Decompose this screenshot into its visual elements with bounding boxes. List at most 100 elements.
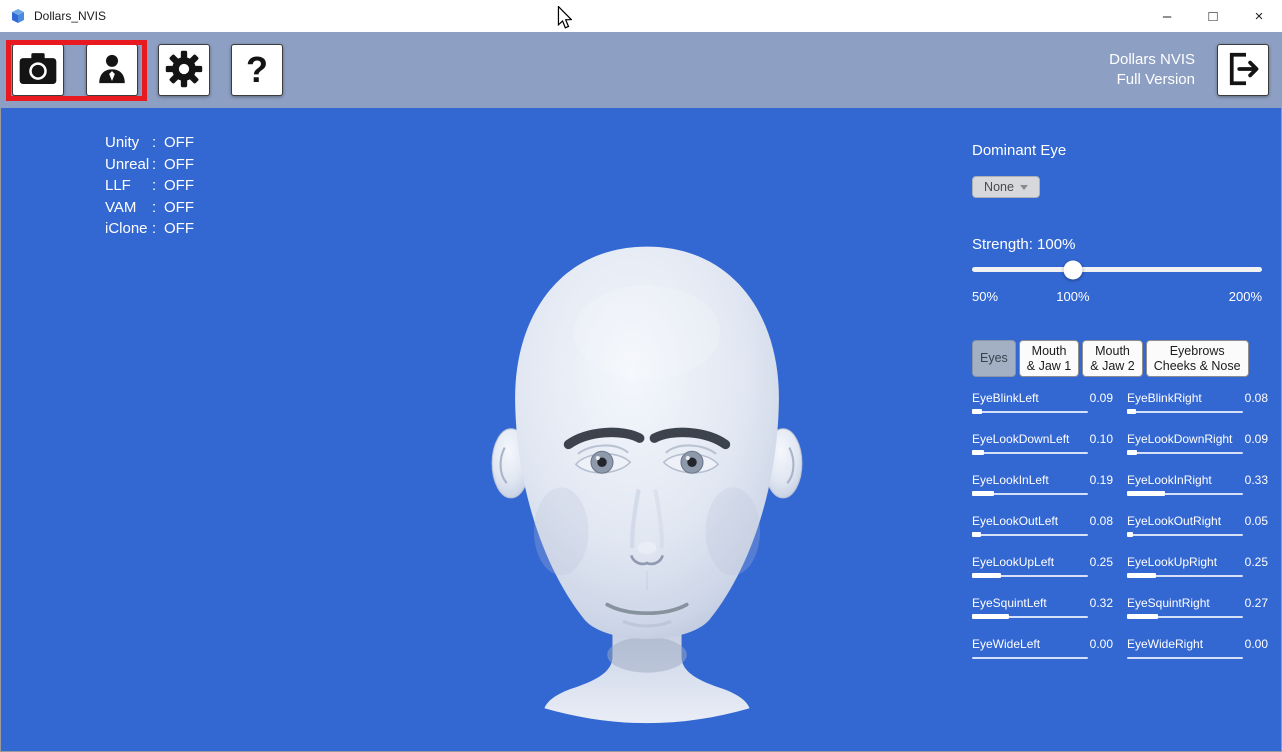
- blendshape-column-left: EyeBlinkLeft 0.09 EyeLookDownLeft 0.10 E…: [972, 391, 1113, 678]
- blendshape-row: EyeLookOutLeft 0.08: [972, 514, 1113, 555]
- blendshape-row: EyeWideRight 0.00: [1127, 637, 1268, 678]
- minimize-button[interactable]: –: [1144, 0, 1190, 32]
- blendshape-row: EyeLookUpRight 0.25: [1127, 555, 1268, 596]
- help-button[interactable]: ?: [231, 44, 283, 96]
- blendshape-progressbar: [1127, 491, 1243, 496]
- exit-button[interactable]: [1217, 44, 1269, 96]
- blendshape-progressbar: [1127, 532, 1243, 537]
- gear-icon: [165, 50, 203, 91]
- blendshape-row: EyeBlinkLeft 0.09: [972, 391, 1113, 432]
- status-name: Unreal: [105, 156, 152, 173]
- strength-slider-track[interactable]: [972, 267, 1262, 272]
- blendshape-value: 0.25: [1090, 555, 1113, 569]
- blendshape-row: EyeLookInRight 0.33: [1127, 473, 1268, 514]
- progress-fill: [1127, 450, 1137, 455]
- blendshape-label: EyeLookDownLeft: [972, 432, 1069, 446]
- progress-fill: [1127, 614, 1158, 619]
- tab-button[interactable]: Eyebrows Cheeks & Nose: [1146, 340, 1249, 377]
- blendshape-row: EyeLookOutRight 0.05: [1127, 514, 1268, 555]
- brand-line2: Full Version: [1109, 70, 1195, 90]
- blendshape-row: EyeSquintLeft 0.32: [972, 596, 1113, 637]
- dominant-eye-dropdown[interactable]: None: [972, 176, 1040, 198]
- status-separator: :: [152, 220, 164, 237]
- blendshape-row-text: EyeBlinkLeft 0.09: [972, 391, 1113, 405]
- progress-fill: [972, 450, 984, 455]
- blendshape-value: 0.19: [1090, 473, 1113, 487]
- status-name: Unity: [105, 134, 152, 151]
- main-viewport: Unity : OFF Unreal : OFF LLF : OFF VAM :…: [0, 108, 1282, 752]
- tab-button[interactable]: Eyes: [972, 340, 1016, 377]
- blendshape-row-text: EyeLookUpRight 0.25: [1127, 555, 1268, 569]
- blendshape-value: 0.08: [1245, 391, 1268, 405]
- blendshape-progressbar: [1127, 614, 1243, 619]
- progress-fill: [972, 491, 994, 496]
- app-window: Dollars_NVIS – □ ×: [0, 0, 1282, 752]
- slider-min-label: 50%: [972, 289, 998, 304]
- blendshape-progressbar: [1127, 655, 1243, 660]
- blendshape-row-text: EyeWideRight 0.00: [1127, 637, 1268, 651]
- blendshape-progressbar: [1127, 573, 1243, 578]
- maximize-button[interactable]: □: [1190, 0, 1236, 32]
- titlebar: Dollars_NVIS – □ ×: [0, 0, 1282, 32]
- blendshape-progressbar: [972, 532, 1088, 537]
- blendshape-row-text: EyeLookDownRight 0.09: [1127, 432, 1268, 446]
- progress-track: [1127, 534, 1243, 536]
- mouse-cursor: [557, 6, 572, 34]
- progress-fill: [1127, 573, 1156, 578]
- window-title: Dollars_NVIS: [34, 9, 106, 23]
- progress-track: [1127, 452, 1243, 454]
- blendshape-row: EyeWideLeft 0.00: [972, 637, 1113, 678]
- camera-button[interactable]: [12, 44, 64, 96]
- toolbar: ? Dollars NVIS Full Version: [0, 32, 1282, 108]
- blendshape-label: EyeBlinkLeft: [972, 391, 1039, 405]
- status-value: OFF: [164, 199, 194, 216]
- blendshape-row-text: EyeBlinkRight 0.08: [1127, 391, 1268, 405]
- blendshape-label: EyeLookUpLeft: [972, 555, 1054, 569]
- tab-button[interactable]: Mouth & Jaw 1: [1019, 340, 1079, 377]
- progress-fill: [972, 532, 981, 537]
- blendshape-label: EyeLookInRight: [1127, 473, 1212, 487]
- blendshape-row: EyeBlinkRight 0.08: [1127, 391, 1268, 432]
- progress-track: [1127, 411, 1243, 413]
- blendshape-row-text: EyeSquintRight 0.27: [1127, 596, 1268, 610]
- strength-slider: [972, 260, 1262, 279]
- brand-line1: Dollars NVIS: [1109, 50, 1195, 70]
- window-controls: – □ ×: [1144, 0, 1282, 32]
- strength-slider-handle[interactable]: [1063, 260, 1082, 279]
- blendshape-row-text: EyeLookUpLeft 0.25: [972, 555, 1113, 569]
- status-value: OFF: [164, 156, 194, 173]
- progress-track: [972, 534, 1088, 536]
- blendshape-progressbar: [972, 614, 1088, 619]
- blendshape-row: EyeLookUpLeft 0.25: [972, 555, 1113, 596]
- status-value: OFF: [164, 177, 194, 194]
- strength-label: Strength: 100%: [972, 236, 1075, 253]
- slider-max-label: 200%: [1229, 289, 1262, 304]
- blendshape-label: EyeLookUpRight: [1127, 555, 1217, 569]
- tab-button[interactable]: Mouth & Jaw 2: [1082, 340, 1142, 377]
- blendshape-row: EyeSquintRight 0.27: [1127, 596, 1268, 637]
- blendshape-progressbar: [972, 491, 1088, 496]
- chevron-down-icon: [1020, 185, 1028, 190]
- close-button[interactable]: ×: [1236, 0, 1282, 32]
- blendshape-row-text: EyeLookDownLeft 0.10: [972, 432, 1113, 446]
- settings-button[interactable]: [158, 44, 210, 96]
- blendshape-value: 0.25: [1245, 555, 1268, 569]
- blendshape-row-text: EyeLookInRight 0.33: [1127, 473, 1268, 487]
- blendshape-row-text: EyeSquintLeft 0.32: [972, 596, 1113, 610]
- blendshape-progressbar: [972, 450, 1088, 455]
- question-mark-icon: ?: [246, 52, 268, 88]
- camera-icon: [18, 52, 58, 89]
- avatar-button[interactable]: [86, 44, 138, 96]
- blendshape-label: EyeWideLeft: [972, 637, 1040, 651]
- blendshape-column-right: EyeBlinkRight 0.08 EyeLookDownRight 0.09…: [1127, 391, 1268, 678]
- progress-track: [972, 411, 1088, 413]
- blendshape-value: 0.08: [1090, 514, 1113, 528]
- status-row: VAM : OFF: [105, 197, 194, 219]
- slider-mid-label: 100%: [1056, 289, 1089, 304]
- progress-track: [972, 452, 1088, 454]
- person-icon: [95, 52, 129, 89]
- blendshape-progressbar: [972, 655, 1088, 660]
- blendshape-progressbar: [1127, 450, 1243, 455]
- blendshape-label: EyeSquintLeft: [972, 596, 1047, 610]
- blendshape-progressbar: [972, 409, 1088, 414]
